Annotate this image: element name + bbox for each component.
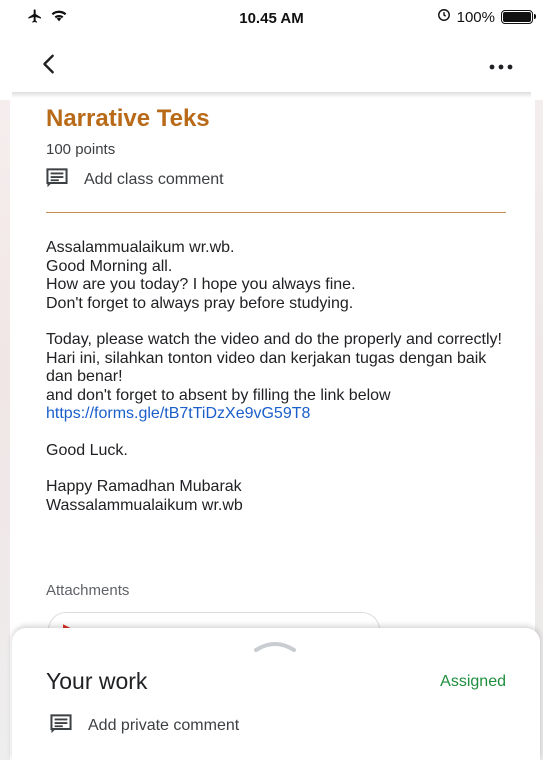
assignment-instructions: Assalammualaikum wr.wb. Good Morning all… (46, 239, 508, 515)
attachments-label: Attachments (46, 582, 130, 599)
add-class-comment-label: Add class comment (84, 171, 224, 188)
add-class-comment-button[interactable]: Add class comment (46, 167, 508, 193)
instruction-line: Wassalammualaikum wr.wb (46, 496, 243, 514)
instruction-line: How are you today? I hope you always fin… (46, 276, 356, 293)
instruction-line: Happy Ramadhan Mubarak (46, 478, 242, 495)
app-bar (0, 36, 543, 92)
status-badge: Assigned (440, 673, 506, 690)
your-work-sheet[interactable]: Your work Assigned Add private comment (12, 628, 540, 760)
instruction-line: Assalammualaikum wr.wb. (46, 239, 235, 256)
instruction-line: Good Morning all. (46, 257, 173, 275)
instruction-line: Good Luck. (46, 441, 128, 459)
sheet-expand-handle[interactable] (250, 636, 300, 656)
assignment-points: 100 points (46, 141, 116, 158)
title-divider (46, 212, 506, 213)
add-private-comment-label: Add private comment (88, 717, 240, 734)
alarm-icon (437, 8, 451, 26)
your-work-title: Your work (46, 668, 148, 694)
instruction-line: Don't forget to always pray before study… (46, 294, 354, 312)
form-link[interactable]: https://forms.gle/tB7tTiDzXe9vG59T8 (46, 405, 508, 424)
more-options-button[interactable] (485, 52, 517, 80)
instruction-line: Today, please watch the video and do the… (46, 331, 502, 348)
comment-icon (50, 713, 72, 739)
more-horizontal-icon (489, 57, 513, 75)
chevron-up-icon (250, 642, 300, 660)
instruction-line: Hari ini, silahkan tonton video dan kerj… (46, 349, 487, 386)
assignment-content: Narrative Teks 100 points Add class comm… (46, 104, 508, 515)
app-bar-shadow (12, 92, 531, 98)
chevron-left-icon (38, 53, 60, 80)
comment-icon (46, 167, 68, 193)
back-button[interactable] (38, 48, 74, 84)
status-bar: 10.45 AM 100% (0, 0, 543, 36)
battery-percentage: 100% (456, 8, 495, 26)
add-private-comment-button[interactable]: Add private comment (50, 713, 240, 739)
background-edge-left (0, 100, 10, 760)
assignment-title: Narrative Teks (46, 105, 210, 132)
battery-icon (501, 10, 536, 24)
instruction-line: and don't forget to absent by filling th… (46, 386, 391, 404)
status-right: 100% (437, 8, 536, 26)
